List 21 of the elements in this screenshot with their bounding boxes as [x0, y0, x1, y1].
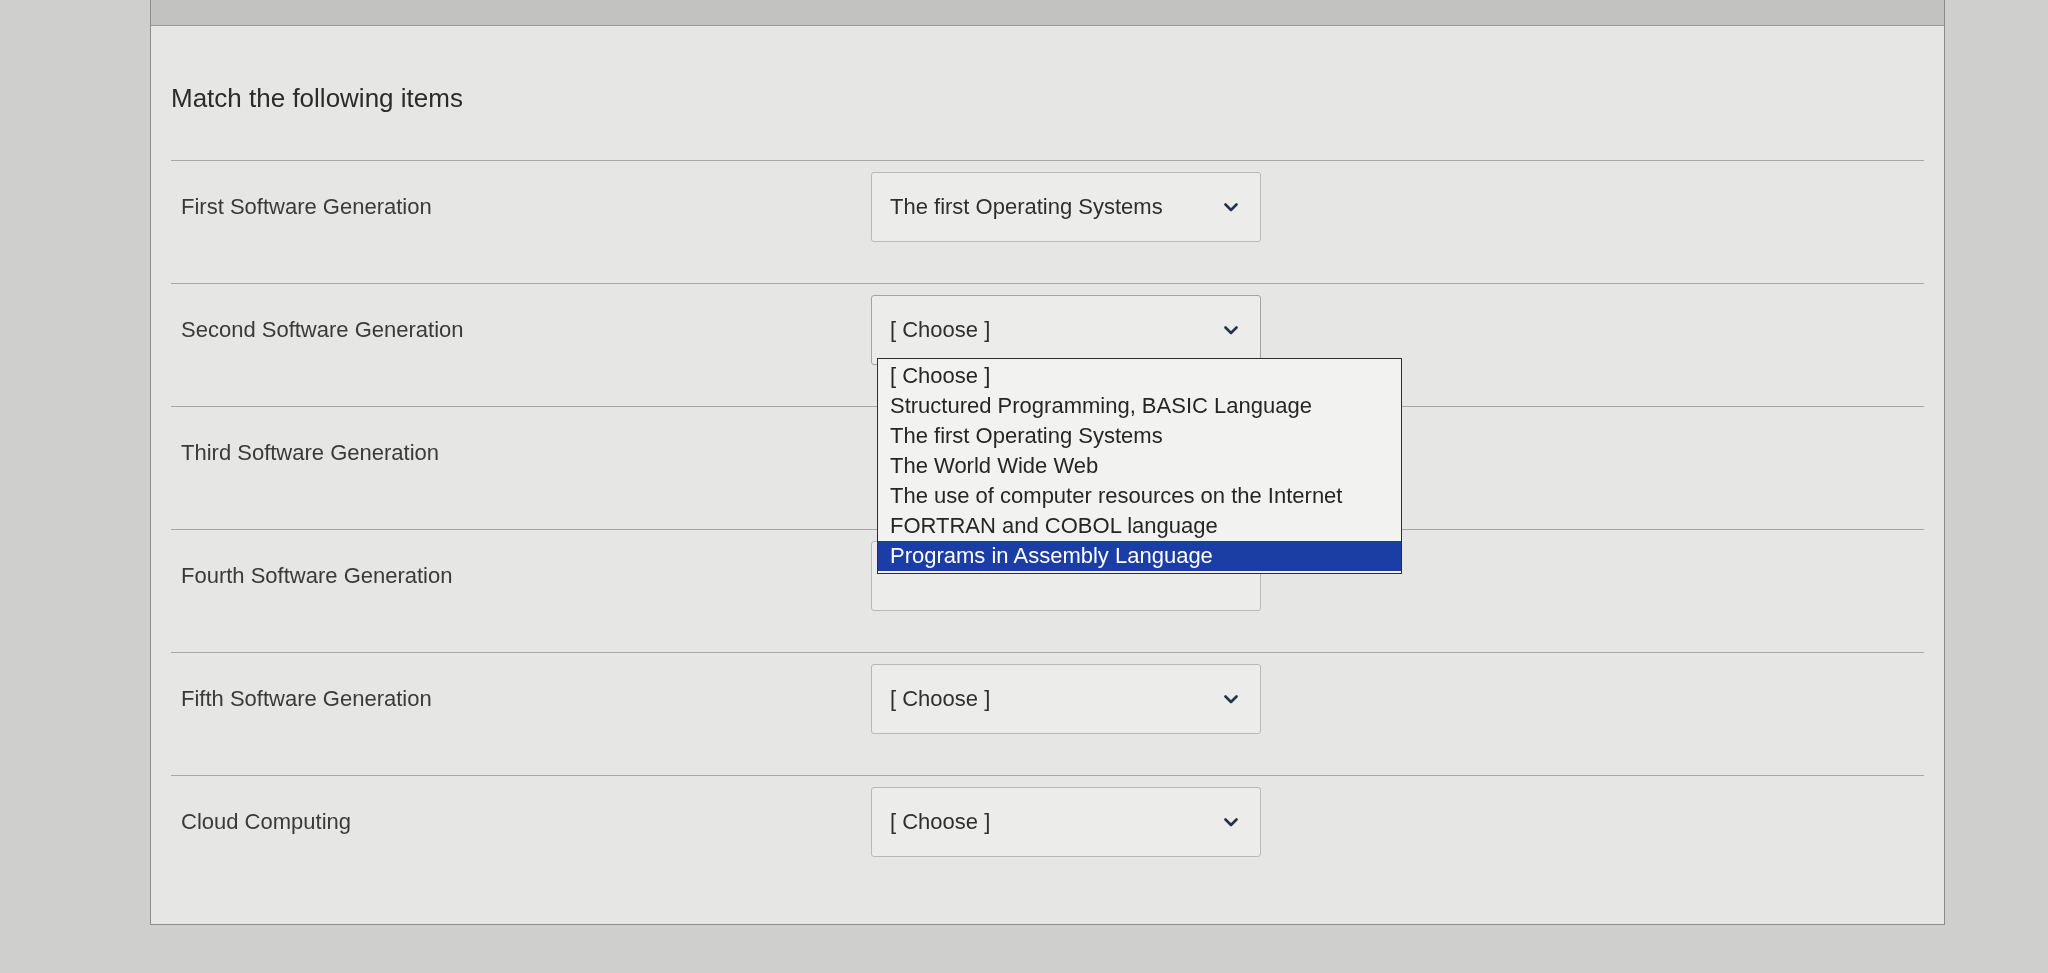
dropdown-option[interactable]: The use of computer resources on the Internet — [878, 481, 1401, 511]
chevron-down-icon — [1224, 202, 1238, 212]
item-label: Third Software Generation — [181, 439, 440, 467]
dropdown-option[interactable]: Programs in Assembly Language — [878, 541, 1401, 571]
item-label: Fifth Software Generation — [181, 685, 432, 713]
dropdown-select[interactable]: [ Choose ] — [871, 295, 1261, 365]
dropdown-option[interactable]: FORTRAN and COBOL language — [878, 511, 1401, 541]
dropdown-option[interactable]: The first Operating Systems — [878, 421, 1401, 451]
dropdown-select[interactable]: [ Choose ] — [871, 787, 1261, 857]
item-label: Second Software Generation — [181, 316, 464, 344]
item-label: Cloud Computing — [181, 808, 351, 836]
question-title: Match the following items — [171, 82, 463, 115]
dropdown-option[interactable]: Structured Programming, BASIC Language — [878, 391, 1401, 421]
chevron-down-icon — [1224, 694, 1238, 704]
dropdown-select[interactable]: [ Choose ] — [871, 664, 1261, 734]
item-label: Fourth Software Generation — [181, 562, 453, 590]
dropdown-select[interactable]: The first Operating Systems — [871, 172, 1261, 242]
item-label: First Software Generation — [181, 193, 432, 221]
chevron-down-icon — [1224, 325, 1238, 335]
chevron-down-icon — [1224, 817, 1238, 827]
dropdown-option[interactable]: The World Wide Web — [878, 451, 1401, 481]
